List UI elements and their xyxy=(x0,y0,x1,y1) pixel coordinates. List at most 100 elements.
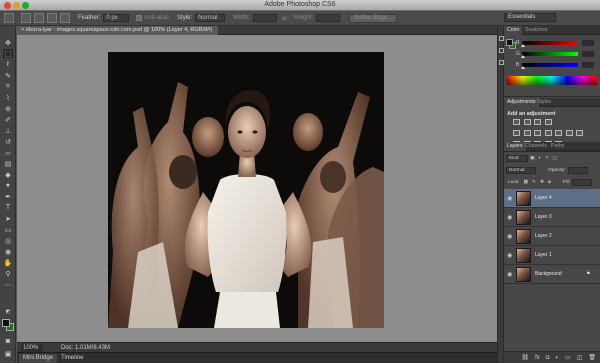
hand-tool-icon[interactable]: ✋ xyxy=(3,258,13,267)
refine-edge-button[interactable]: Refine Edge... xyxy=(349,13,398,23)
red-slider-handle[interactable] xyxy=(521,43,525,47)
tab-mini-bridge[interactable]: Mini Bridge xyxy=(19,354,58,363)
lock-transparent-icon[interactable]: ▦ xyxy=(523,180,528,185)
layer-row-layer-1[interactable]: ◉ Layer 1 xyxy=(504,246,600,265)
add-to-selection-icon[interactable] xyxy=(34,13,44,23)
move-tool-icon[interactable]: ✥ xyxy=(3,38,13,47)
layer-style-icon[interactable]: fx xyxy=(535,355,540,361)
shape-tool-icon[interactable]: ▭ xyxy=(3,225,13,234)
style-select[interactable]: Normal xyxy=(195,14,226,22)
hue-saturation-icon[interactable] xyxy=(523,130,531,136)
path-selection-tool-icon[interactable]: ➤ xyxy=(3,214,13,223)
filter-adjustment-icon[interactable]: ◐ xyxy=(539,156,542,161)
width-input[interactable] xyxy=(253,14,278,22)
zoom-level-field[interactable]: 100% xyxy=(21,344,43,352)
color-spectrum-bar[interactable] xyxy=(507,76,597,85)
levels-icon[interactable] xyxy=(523,119,531,125)
layer-row-layer-2[interactable]: ◉ Layer 2 xyxy=(504,227,600,246)
lock-all-icon[interactable]: 🔒︎ xyxy=(548,179,551,185)
quick-selection-tool-icon[interactable]: ✎ xyxy=(3,71,13,80)
filter-type-icon[interactable]: T xyxy=(545,156,548,161)
color-lookup-icon[interactable] xyxy=(576,130,583,136)
history-brush-tool-icon[interactable]: ↺ xyxy=(3,137,13,146)
delete-layer-icon[interactable]: 🗑︎ xyxy=(588,354,596,361)
tab-styles[interactable]: Styles xyxy=(534,98,554,107)
green-slider-handle[interactable] xyxy=(521,54,525,58)
type-tool-icon[interactable]: T xyxy=(3,203,13,212)
default-colors-icon[interactable]: ◩ xyxy=(3,307,13,316)
visibility-eye-icon[interactable]: ◉ xyxy=(507,214,512,221)
brightness-contrast-icon[interactable] xyxy=(513,119,520,125)
brush-tool-icon[interactable]: ✐ xyxy=(3,115,13,124)
canvas-area[interactable] xyxy=(17,35,497,342)
filter-pixel-icon[interactable]: ▣ xyxy=(530,156,535,161)
red-value-field[interactable] xyxy=(582,39,594,46)
lock-position-icon[interactable]: ✥ xyxy=(540,180,544,185)
new-adjustment-layer-icon[interactable]: ◐ xyxy=(555,355,559,361)
lock-image-icon[interactable]: ✎ xyxy=(532,180,536,185)
layer-row-layer-3[interactable]: ◉ Layer 3 xyxy=(504,208,600,227)
blue-slider-handle[interactable] xyxy=(521,65,525,69)
lasso-tool-icon[interactable]: ℓ xyxy=(3,60,13,69)
swap-dimensions-icon[interactable]: ⇄ xyxy=(282,15,287,22)
marquee-tool-icon[interactable] xyxy=(4,13,14,23)
green-slider[interactable] xyxy=(521,51,578,58)
workspace-select[interactable]: Essentials xyxy=(504,13,556,22)
exposure-icon[interactable] xyxy=(544,119,552,125)
document-tab[interactable]: × elezra-iyar - images.squarespace-cdn.c… xyxy=(17,26,219,35)
document-info[interactable]: Doc: 1.01M/8.43M xyxy=(61,344,110,352)
gradient-tool-icon[interactable]: ▤ xyxy=(3,159,13,168)
eyedropper-tool-icon[interactable]: ⌇ xyxy=(3,93,13,102)
blend-mode-select[interactable]: Normal xyxy=(506,166,536,174)
tab-timeline[interactable]: Timeline xyxy=(57,354,87,363)
channel-mixer-icon[interactable] xyxy=(565,130,573,136)
quick-mask-icon[interactable]: ◙ xyxy=(3,337,13,346)
visibility-eye-icon[interactable]: ◉ xyxy=(507,271,512,278)
link-layers-icon[interactable]: ⛓ xyxy=(521,354,529,361)
curves-icon[interactable] xyxy=(534,119,541,125)
document-image[interactable] xyxy=(108,52,384,328)
visibility-eye-icon[interactable]: ◉ xyxy=(507,195,512,202)
3d-camera-tool-icon[interactable]: ◉ xyxy=(3,247,13,256)
blue-slider[interactable] xyxy=(521,62,578,69)
layer-row-background[interactable]: ◉ Background 🔒︎ xyxy=(504,265,600,284)
crop-tool-icon[interactable]: ⌗ xyxy=(3,82,13,91)
height-input[interactable] xyxy=(316,14,341,22)
subtract-from-selection-icon[interactable] xyxy=(47,13,57,23)
eraser-tool-icon[interactable]: ▱ xyxy=(3,148,13,157)
new-group-icon[interactable]: ▭ xyxy=(565,354,571,361)
3d-tool-icon[interactable]: ◎ xyxy=(3,236,13,245)
tab-color[interactable]: Color xyxy=(504,26,523,35)
new-layer-icon[interactable]: ◫ xyxy=(577,354,583,361)
red-slider[interactable] xyxy=(521,40,578,47)
green-value-field[interactable] xyxy=(582,50,594,57)
blue-value-field[interactable] xyxy=(582,61,594,68)
layer-row-layer-4[interactable]: ◉ Layer 4 xyxy=(504,189,600,208)
clone-stamp-tool-icon[interactable]: ⊥ xyxy=(3,126,13,135)
visibility-eye-icon[interactable]: ◉ xyxy=(507,233,512,240)
new-selection-icon[interactable] xyxy=(21,13,31,23)
anti-alias-checkbox[interactable] xyxy=(136,15,143,21)
healing-brush-tool-icon[interactable]: ⊕ xyxy=(3,104,13,113)
close-document-icon[interactable]: × xyxy=(21,27,24,33)
rectangular-marquee-tool-icon[interactable]: ⬚ xyxy=(3,49,13,58)
pen-tool-icon[interactable]: ✒ xyxy=(3,192,13,201)
feather-input[interactable]: 0 px xyxy=(103,14,130,22)
tab-paths[interactable]: Paths xyxy=(548,142,567,151)
tab-swatches[interactable]: Swatches xyxy=(522,26,551,35)
panel-foreground-swatch[interactable] xyxy=(506,39,513,46)
fill-field[interactable] xyxy=(572,178,593,186)
black-white-icon[interactable] xyxy=(544,130,552,136)
add-mask-icon[interactable]: ◘ xyxy=(546,355,550,361)
color-balance-icon[interactable] xyxy=(534,130,541,136)
blur-tool-icon[interactable]: ◆ xyxy=(3,170,13,179)
tab-channels[interactable]: Channels xyxy=(522,142,550,151)
filter-shape-icon[interactable]: ▢ xyxy=(552,156,557,161)
screen-mode-icon[interactable]: ▣ xyxy=(3,349,13,358)
photo-filter-icon[interactable] xyxy=(555,130,562,136)
more-tools-icon[interactable]: ⋯ xyxy=(3,280,13,289)
dodge-tool-icon[interactable]: ● xyxy=(3,181,13,190)
zoom-tool-icon[interactable]: ⚲ xyxy=(3,269,13,278)
foreground-color-swatch[interactable] xyxy=(2,319,10,327)
vibrance-icon[interactable] xyxy=(513,130,520,136)
